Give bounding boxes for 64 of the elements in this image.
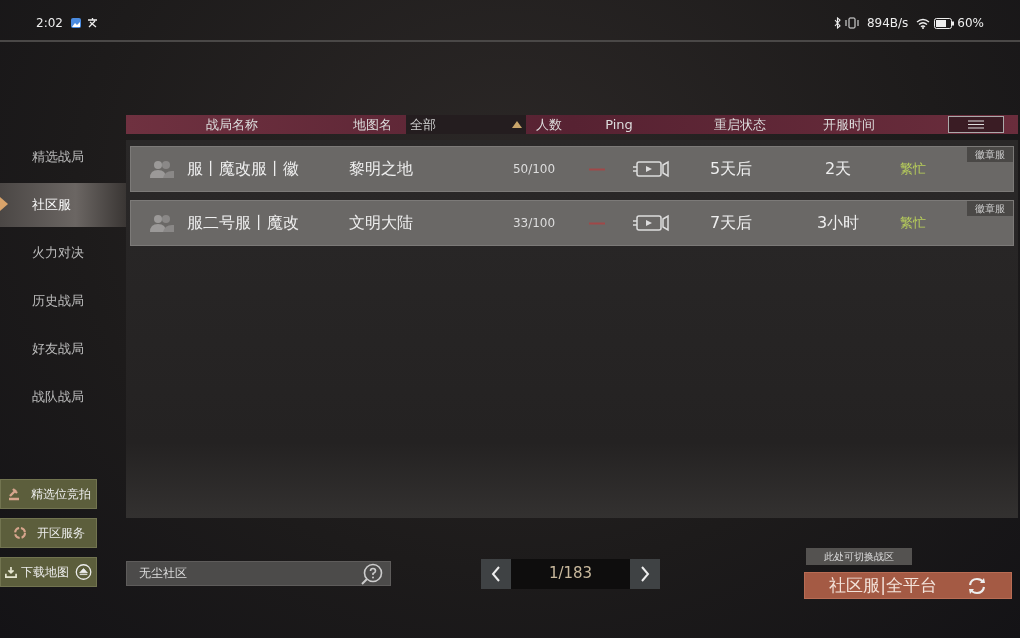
eject-icon [74,562,92,582]
server-row[interactable]: 服丨魔改服丨徽 黎明之地 50/100 5天后 2天 繁忙 徽章服 [130,146,1014,192]
battery-level: 60% [957,15,984,32]
page-indicator: 1/183 [511,558,630,589]
players-icon [149,213,175,233]
tooltip: 此处可切换战区 [806,548,912,565]
map-filter-dropdown[interactable]: 全部 [406,115,526,134]
table-cell-text: 33/100 [511,215,557,232]
column-header: Ping [604,115,634,134]
server-row[interactable]: 服二号服丨魔改 文明大陆 33/100 7天后 3小时 繁忙 徽章服 [130,200,1014,246]
column-header: 重启状态 [713,115,767,134]
search-help-icon [361,563,383,585]
wifi-icon [916,17,931,29]
battery-icon [934,17,955,29]
column-header: 战局名称 [205,115,259,134]
status-time: 2:02 [36,15,63,32]
column-header: 开服时间 [822,115,876,134]
column-header: 地图名 [351,115,393,134]
bluetooth-icon [833,17,841,29]
ping-icon [589,167,605,171]
search-field[interactable]: 无尘社区 [126,561,391,586]
table-cell-text: 黎明之地 [349,158,414,180]
sidebar-item[interactable]: 精选战局 [0,135,126,179]
table-cell-text: 50/100 [511,161,557,178]
previous-page-button[interactable] [481,558,511,589]
video-camera-icon [633,159,669,179]
sidebar-item[interactable]: 好友战局 [0,327,126,371]
server-tag: 徽章服 [967,201,1013,216]
menu-icon [968,120,984,129]
next-page-button[interactable] [630,558,660,589]
refresh-icon [966,575,987,596]
table-cell-text: 服丨魔改服丨徽 [187,158,300,180]
players-icon [149,159,175,179]
chevron-left-icon [491,565,501,582]
gallery-icon [70,18,81,28]
side-menu-button[interactable]: 精选位竞拍 [0,479,97,509]
side-menu-button[interactable]: 开区服务 [0,518,97,548]
chevron-right-icon [640,565,650,582]
sidebar-item[interactable]: 战队战局 [0,375,126,419]
network-speed: 894B/s [866,15,909,32]
column-header: 人数 [535,115,563,134]
video-camera-icon [633,213,669,233]
pointer-icon [0,197,8,211]
table-cell-text: 5天后 [708,158,754,180]
table-cell-text: 文明大陆 [349,212,414,234]
table-cell-text: 繁忙 [899,214,927,233]
ping-icon [589,221,605,225]
download-icon [5,565,17,579]
platform-switch-button[interactable]: 社区服|全平台 [804,572,1012,599]
table-cell-text: 3小时 [815,212,861,234]
vibrate-icon [844,17,859,29]
sidebar-item[interactable]: 社区服 [0,183,126,227]
translate-icon [86,18,98,28]
gavel-icon [6,487,21,501]
table-cell-text: 2天 [823,158,853,180]
menu-button[interactable] [948,116,1004,133]
server-tag: 徽章服 [967,147,1013,162]
caret-up-icon [512,121,522,128]
table-cell-text: 服二号服丨魔改 [187,212,300,234]
sidebar-item[interactable]: 历史战局 [0,279,126,323]
table-cell-text: 繁忙 [899,160,927,179]
sidebar-item[interactable]: 火力对决 [0,231,126,275]
table-cell-text: 7天后 [708,212,754,234]
download-map-button[interactable]: 下载地图 [0,557,97,587]
